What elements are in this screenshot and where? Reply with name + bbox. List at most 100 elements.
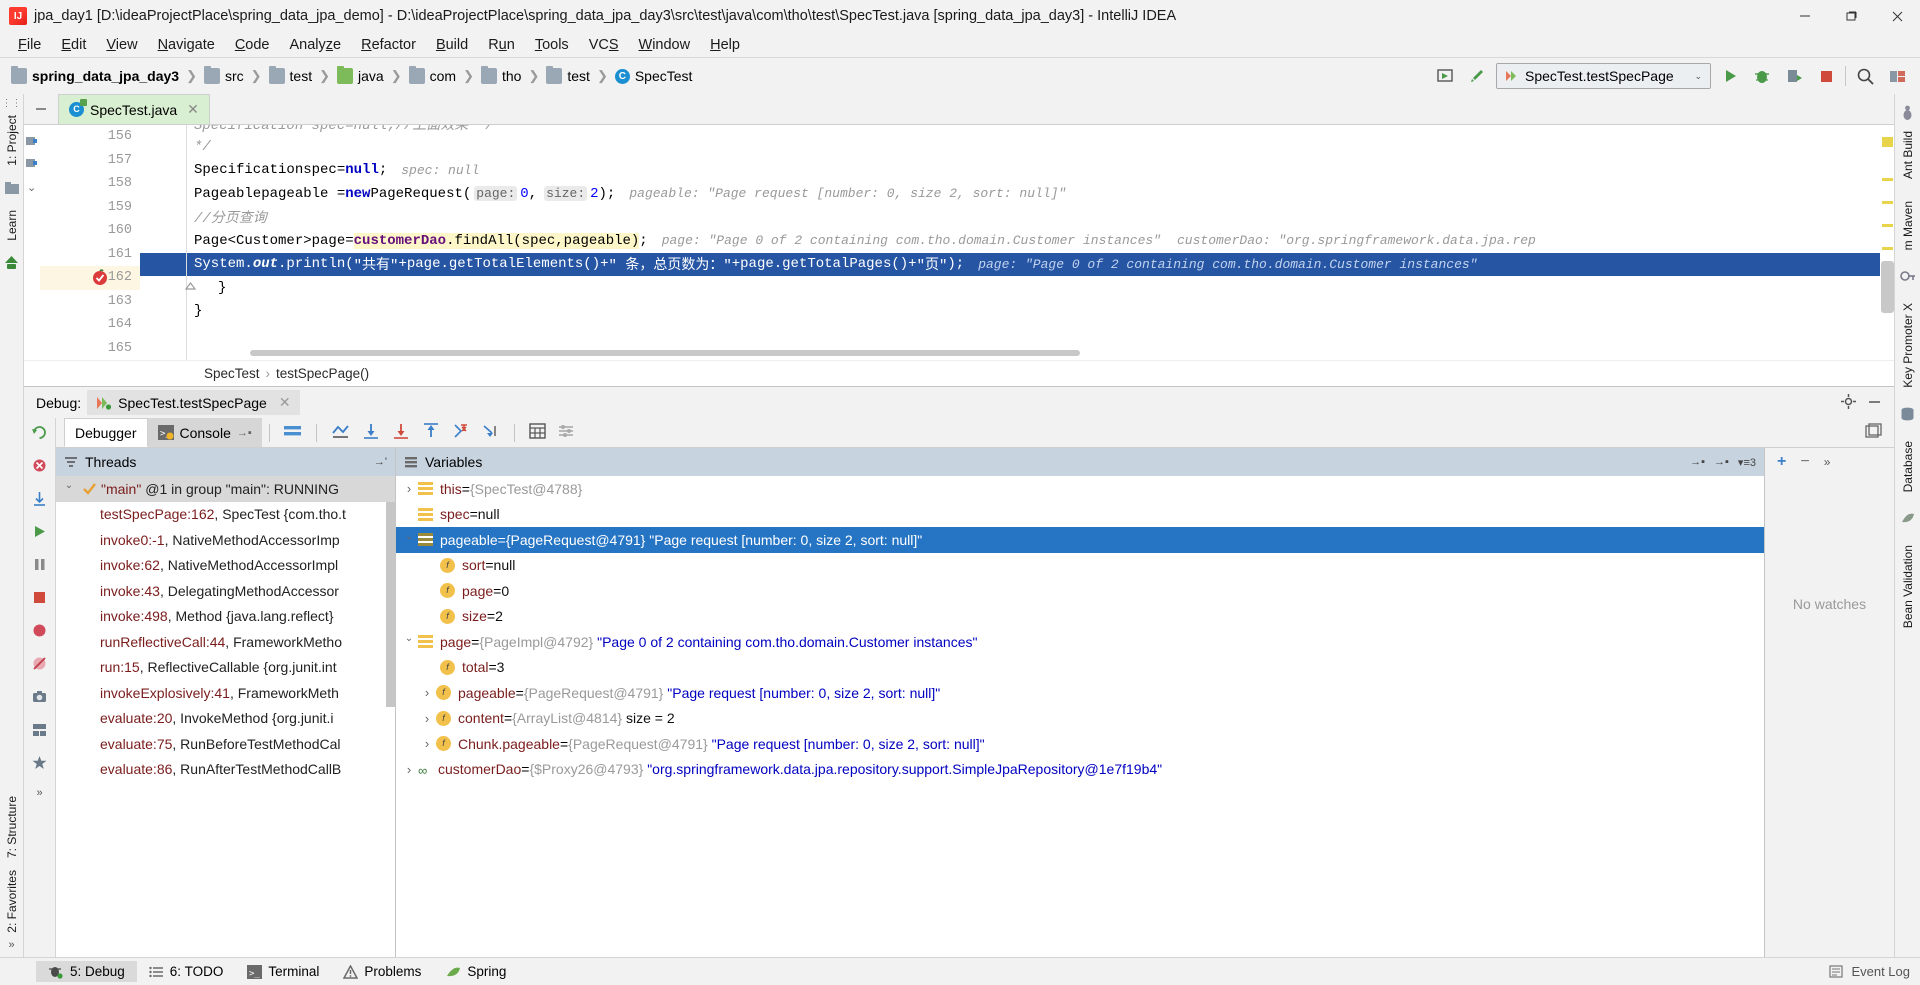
step-into-icon[interactable] (392, 423, 410, 442)
sidebar-item-bean-validation[interactable]: Bean Validation (1901, 539, 1915, 634)
collapse-editor-icon[interactable] (24, 93, 58, 124)
menu-navigate[interactable]: Navigate (148, 34, 225, 56)
close-icon[interactable]: ✕ (187, 101, 199, 118)
stack-frame-row[interactable]: invokeExplosively:41, FrameworkMeth (56, 680, 395, 706)
sidebar-item-maven[interactable]: m Maven (1901, 195, 1915, 256)
build-project-icon[interactable] (1432, 63, 1458, 89)
event-log-label[interactable]: Event Log (1851, 964, 1910, 979)
settings-icon[interactable] (558, 423, 575, 442)
more-tools-icon[interactable]: » (8, 939, 14, 957)
breadcrumb-item-test[interactable]: test (264, 66, 318, 86)
show-execution-point-icon[interactable] (331, 423, 350, 442)
chevron-right-icon[interactable] (418, 685, 436, 700)
close-icon[interactable]: ✕ (279, 394, 291, 411)
favorites-star-icon[interactable] (31, 754, 48, 774)
stack-frame-row[interactable]: evaluate:75, RunBeforeTestMethodCal (56, 731, 395, 757)
chevron-right-icon[interactable] (418, 711, 436, 726)
tab-debugger[interactable]: Debugger (64, 418, 148, 447)
chevron-down-icon[interactable] (60, 483, 78, 494)
editor-tab-spectest[interactable]: C SpecTest.java ✕ (58, 94, 210, 124)
variable-row[interactable]: this = {SpecTest@4788} (396, 476, 1764, 502)
layout-settings-icon[interactable] (31, 721, 48, 741)
add-watch-icon[interactable]: + (1777, 453, 1786, 471)
code-content[interactable]: Specification spec=null;//上面效果 */ */ Spe… (140, 125, 1880, 360)
breadcrumb-method[interactable]: testSpecPage() (276, 366, 369, 381)
statusbar-item-todo[interactable]: 6: TODO (137, 961, 236, 982)
pin-icon[interactable]: →▪ (237, 427, 252, 439)
variable-row[interactable]: spec = null (396, 502, 1764, 528)
stack-frame-row[interactable]: invoke:62, NativeMethodAccessorImpl (56, 553, 395, 579)
threads-list[interactable]: "main"@1 in group "main": RUNNING testSp… (56, 476, 395, 957)
remove-watch-icon[interactable]: − (1800, 453, 1809, 471)
menu-view[interactable]: View (96, 34, 147, 56)
variable-row[interactable]: page = {PageImpl@4792} "Page 0 of 2 cont… (396, 629, 1764, 655)
search-icon[interactable] (1852, 63, 1878, 89)
variable-row[interactable]: f Chunk.pageable = {PageRequest@4791} "P… (396, 731, 1764, 757)
hammer-icon[interactable] (1464, 63, 1490, 89)
statusbar-item-problems[interactable]: Problems (331, 961, 433, 982)
sidebar-item-database[interactable]: Database (1901, 435, 1915, 498)
more-icon[interactable]: » (1824, 455, 1831, 469)
settings-list-icon[interactable]: ▾≡3 (1738, 456, 1756, 469)
step-out-icon[interactable] (422, 423, 440, 442)
camera-icon[interactable] (31, 688, 48, 708)
debug-session-tab[interactable]: SpecTest.testSpecPage ✕ (87, 390, 300, 415)
sidebar-item-key-promoter[interactable]: Key Promoter X (1901, 297, 1915, 394)
run-configuration-selector[interactable]: SpecTest.testSpecPage ⌄ (1496, 63, 1711, 89)
restore-layout-icon[interactable] (283, 424, 302, 442)
event-log-icon[interactable] (1829, 965, 1844, 978)
gear-icon[interactable] (1840, 393, 1857, 413)
debug-icon[interactable] (1749, 63, 1775, 89)
statusbar-item-spring[interactable]: Spring (433, 961, 518, 982)
variable-row[interactable]: f total = 3 (396, 655, 1764, 681)
rerun-failed-tests-icon[interactable] (31, 457, 48, 477)
force-step-into-icon[interactable] (452, 423, 470, 442)
breakpoint-icon[interactable] (92, 269, 109, 291)
menu-file[interactable]: FFileile (8, 34, 51, 56)
stack-frame-row[interactable]: testSpecPage:162, SpecTest {com.tho.t (56, 502, 395, 528)
sidebar-item-structure[interactable]: 7: Structure (5, 790, 19, 864)
view-breakpoints-icon[interactable] (31, 622, 48, 642)
menu-code[interactable]: Code (225, 34, 280, 56)
stop-icon[interactable] (1813, 63, 1839, 89)
menu-tools[interactable]: Tools (525, 34, 579, 56)
menu-vcs[interactable]: VCS (579, 34, 629, 56)
breadcrumb-class[interactable]: SpecTest (204, 366, 260, 381)
stack-frame-row[interactable]: runReflectiveCall:44, FrameworkMetho (56, 629, 395, 655)
breadcrumb-item-com[interactable]: com (404, 66, 461, 86)
update-running-app-icon[interactable] (31, 490, 48, 510)
chevron-right-icon[interactable] (418, 736, 436, 751)
menu-build[interactable]: Build (426, 34, 478, 56)
minimize-button[interactable] (1782, 0, 1828, 32)
chevron-right-icon[interactable] (400, 481, 418, 496)
variables-tree[interactable]: this = {SpecTest@4788} spec = null (396, 476, 1764, 957)
sidebar-item-favorites[interactable]: 2: Favorites (5, 864, 19, 939)
evaluate-expression-icon[interactable] (529, 423, 546, 442)
breadcrumb-item-java[interactable]: java (332, 66, 389, 86)
editor-horizontal-scrollbar[interactable] (250, 350, 1080, 356)
stack-frame-row[interactable]: invoke:498, Method {java.lang.reflect} (56, 604, 395, 630)
mute-breakpoints-icon[interactable] (31, 655, 48, 675)
restore-layout-button[interactable] (1865, 423, 1894, 442)
step-over-icon[interactable] (362, 423, 380, 442)
project-structure-icon[interactable] (1884, 63, 1910, 89)
unpin-icon[interactable]: →▪ (1714, 456, 1729, 468)
minimize-icon[interactable] (1867, 394, 1882, 412)
sidebar-item-learn[interactable]: Learn (5, 204, 19, 247)
chevron-down-icon[interactable] (400, 534, 418, 545)
run-with-coverage-icon[interactable] (1781, 63, 1807, 89)
stack-frame-row[interactable]: run:15, ReflectiveCallable {org.junit.in… (56, 655, 395, 681)
tab-console[interactable]: >_ Console →▪ (147, 418, 262, 447)
menu-help[interactable]: Help (700, 34, 750, 56)
chevron-down-icon[interactable] (400, 636, 418, 647)
threads-pin-icon[interactable]: →' (374, 456, 387, 468)
pin-icon[interactable]: →▪ (1690, 456, 1705, 468)
resume-program-icon[interactable] (31, 523, 48, 543)
breadcrumb-item-spectest[interactable]: C SpecTest (610, 66, 698, 86)
sidebar-item-project[interactable]: 1: Project (5, 109, 19, 172)
maximize-button[interactable] (1828, 0, 1874, 32)
editor-error-stripe[interactable] (1880, 125, 1894, 360)
stack-frame-row[interactable]: invoke0:-1, NativeMethodAccessorImp (56, 527, 395, 553)
menu-edit[interactable]: Edit (51, 34, 96, 56)
collapse-arrow-icon[interactable] (184, 280, 197, 298)
